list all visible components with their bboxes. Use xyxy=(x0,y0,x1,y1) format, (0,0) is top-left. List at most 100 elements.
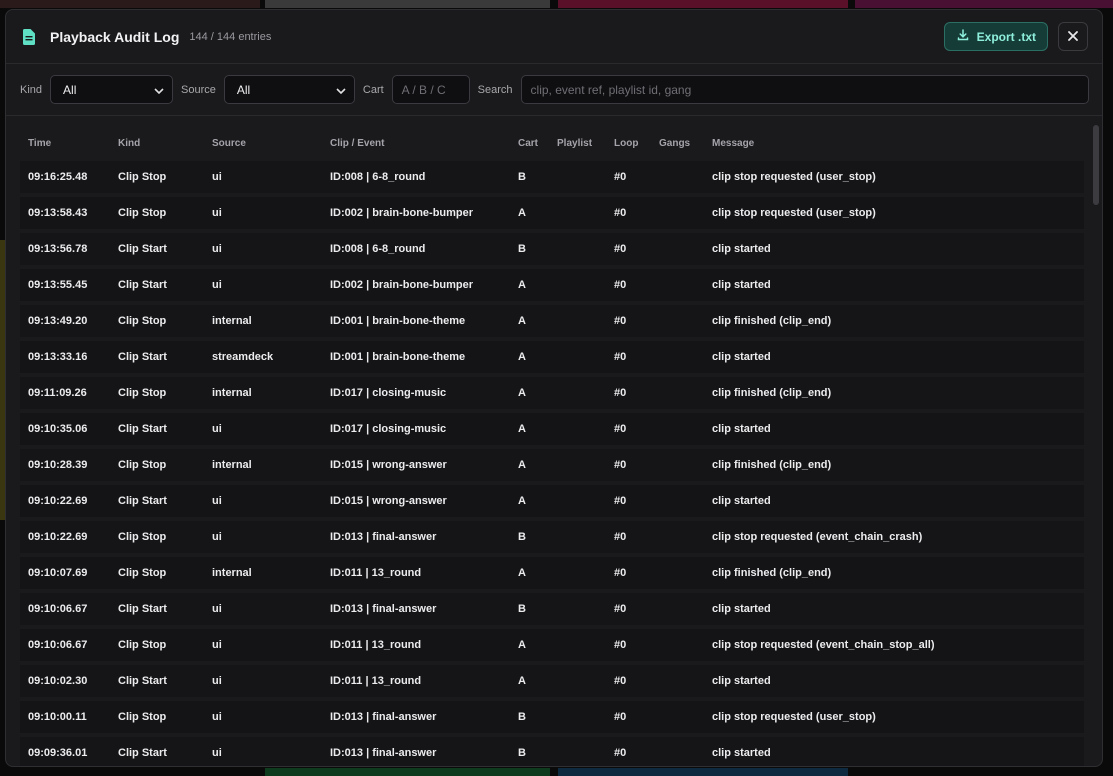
table-row[interactable]: 09:10:07.69 Clip Stop internal ID:011 | 13_… xyxy=(20,557,1084,589)
source-label: Source xyxy=(181,83,216,96)
backdrop-tile xyxy=(0,0,260,8)
cell-source: ui xyxy=(212,639,222,651)
cell-kind: Clip Stop xyxy=(118,711,167,723)
cell-loop: #0 xyxy=(614,207,627,219)
cell-clip-event: ID:017 | closing-music xyxy=(330,423,447,435)
cell-time: 09:13:33.16 xyxy=(28,351,88,363)
cell-time: 09:10:28.39 xyxy=(28,459,88,471)
table-scrollbar[interactable] xyxy=(1093,125,1099,765)
cell-loop: #0 xyxy=(614,171,627,183)
column-header-playlist[interactable]: Playlist xyxy=(557,138,614,149)
cell-clip-event: ID:011 | 13_round xyxy=(330,567,422,579)
table-row[interactable]: 09:10:00.11 Clip Stop ui ID:013 | final-ans… xyxy=(20,701,1084,733)
cell-message: clip finished (clip_end) xyxy=(712,387,832,399)
table-row[interactable]: 09:10:02.30 Clip Start ui ID:011 | 13_round… xyxy=(20,665,1084,697)
cell-time: 09:10:22.69 xyxy=(28,531,88,543)
cell-kind: Clip Stop xyxy=(118,207,167,219)
search-input[interactable]: clip, event ref, playlist id, gang xyxy=(520,75,1089,104)
column-header-cart[interactable]: Cart xyxy=(518,138,557,149)
cell-source: ui xyxy=(212,603,222,615)
cell-cart: B xyxy=(518,747,526,759)
table-row[interactable]: 09:13:56.78 Clip Start ui ID:008 | 6-8_roun… xyxy=(20,233,1084,265)
backdrop-tile xyxy=(265,0,550,8)
column-header-kind[interactable]: Kind xyxy=(118,138,212,149)
table-row[interactable]: 09:10:28.39 Clip Stop internal ID:015 | wro… xyxy=(20,449,1084,481)
download-icon xyxy=(957,29,969,44)
table-row[interactable]: 09:10:22.69 Clip Start ui ID:015 | wrong-an… xyxy=(20,485,1084,517)
kind-label: Kind xyxy=(20,83,43,96)
cart-label: Cart xyxy=(362,83,384,96)
table-row[interactable]: 09:10:06.67 Clip Stop ui ID:011 | 13_round A… xyxy=(20,629,1084,661)
kind-select-value: All xyxy=(63,82,77,97)
table-row[interactable]: 09:13:49.20 Clip Stop internal ID:001 | bra… xyxy=(20,305,1084,337)
cell-source: internal xyxy=(212,387,252,399)
cell-cart: B xyxy=(518,243,526,255)
table-body: 09:16:25.48 Clip Stop ui ID:008 | 6-8_round… xyxy=(20,161,1084,766)
cell-kind: Clip Start xyxy=(118,747,167,759)
entry-count: 144 / 144 entries xyxy=(189,30,272,43)
column-header-message[interactable]: Message xyxy=(712,138,1084,149)
table-row[interactable]: 09:13:33.16 Clip Start streamdeck ID:001 | … xyxy=(20,341,1084,373)
cell-cart: A xyxy=(518,675,526,687)
table-row[interactable]: 09:13:58.43 Clip Stop ui ID:002 | brain-bon… xyxy=(20,197,1084,229)
close-button[interactable] xyxy=(1058,22,1088,51)
column-header-source[interactable]: Source xyxy=(212,138,330,149)
cell-cart: A xyxy=(518,315,526,327)
cell-cart: A xyxy=(518,495,526,507)
cell-cart: A xyxy=(518,459,526,471)
table-row[interactable]: 09:13:55.45 Clip Start ui ID:002 | brain-bo… xyxy=(20,269,1084,301)
cell-message: clip started xyxy=(712,495,771,507)
scrollbar-thumb[interactable] xyxy=(1093,125,1099,205)
table-row[interactable]: 09:10:22.69 Clip Stop ui ID:013 | final-ans… xyxy=(20,521,1084,553)
source-select-value: All xyxy=(236,82,251,97)
table-row[interactable]: 09:10:35.06 Clip Start ui ID:017 | closing-… xyxy=(20,413,1084,445)
column-header-gangs[interactable]: Gangs xyxy=(659,138,712,149)
cell-cart: A xyxy=(518,423,526,435)
modal-header: Playback Audit Log 144 / 144 entries Exp… xyxy=(6,10,1102,64)
cell-clip-event: ID:008 | 6-8_round xyxy=(330,171,426,183)
table-row[interactable]: 09:16:25.48 Clip Stop ui ID:008 | 6-8_round… xyxy=(20,161,1084,193)
cell-loop: #0 xyxy=(614,423,627,435)
cell-clip-event: ID:013 | final-answer xyxy=(330,603,437,615)
cell-message: clip started xyxy=(712,423,771,435)
backdrop-tile xyxy=(265,768,550,776)
cell-kind: Clip Start xyxy=(118,603,167,615)
backdrop-tile xyxy=(855,0,1113,8)
cell-source: internal xyxy=(212,459,252,471)
cell-cart: A xyxy=(518,567,526,579)
cell-cart: A xyxy=(518,279,526,291)
cell-source: ui xyxy=(212,675,222,687)
cell-kind: Clip Stop xyxy=(118,387,167,399)
kind-select[interactable]: All xyxy=(50,75,174,104)
cell-time: 09:13:49.20 xyxy=(28,315,88,327)
chevron-down-icon xyxy=(154,83,164,97)
cell-clip-event: ID:001 | brain-bone-theme xyxy=(330,351,466,363)
cell-loop: #0 xyxy=(614,603,627,615)
cell-clip-event: ID:017 | closing-music xyxy=(330,387,447,399)
table-header: Time Kind Source Clip / Event Cart Playl… xyxy=(20,125,1084,161)
column-header-loop[interactable]: Loop xyxy=(614,138,659,149)
column-header-clip-event[interactable]: Clip / Event xyxy=(330,138,518,149)
cell-loop: #0 xyxy=(614,387,627,399)
cell-source: ui xyxy=(212,243,222,255)
cell-source: streamdeck xyxy=(212,351,274,363)
cell-source: ui xyxy=(212,207,222,219)
table-row[interactable]: 09:09:36.01 Clip Start ui ID:013 | final-an… xyxy=(20,737,1084,766)
cell-kind: Clip Stop xyxy=(118,459,167,471)
table-row[interactable]: 09:11:09.26 Clip Stop internal ID:017 | clo… xyxy=(20,377,1084,409)
cell-time: 09:11:09.26 xyxy=(28,387,87,399)
cell-source: ui xyxy=(212,423,222,435)
cell-cart: A xyxy=(518,387,526,399)
cell-source: internal xyxy=(212,567,252,579)
column-header-time[interactable]: Time xyxy=(20,138,118,149)
cart-input[interactable]: A / B / C xyxy=(391,75,470,104)
cell-kind: Clip Start xyxy=(118,423,167,435)
backdrop-tile xyxy=(558,0,848,8)
source-select[interactable]: All xyxy=(223,75,355,104)
cell-kind: Clip Start xyxy=(118,279,167,291)
cell-cart: B xyxy=(518,531,526,543)
export-button[interactable]: Export .txt xyxy=(943,22,1048,51)
cell-source: ui xyxy=(212,279,222,291)
cell-cart: B xyxy=(518,711,526,723)
table-row[interactable]: 09:10:06.67 Clip Start ui ID:013 | final-an… xyxy=(20,593,1084,625)
